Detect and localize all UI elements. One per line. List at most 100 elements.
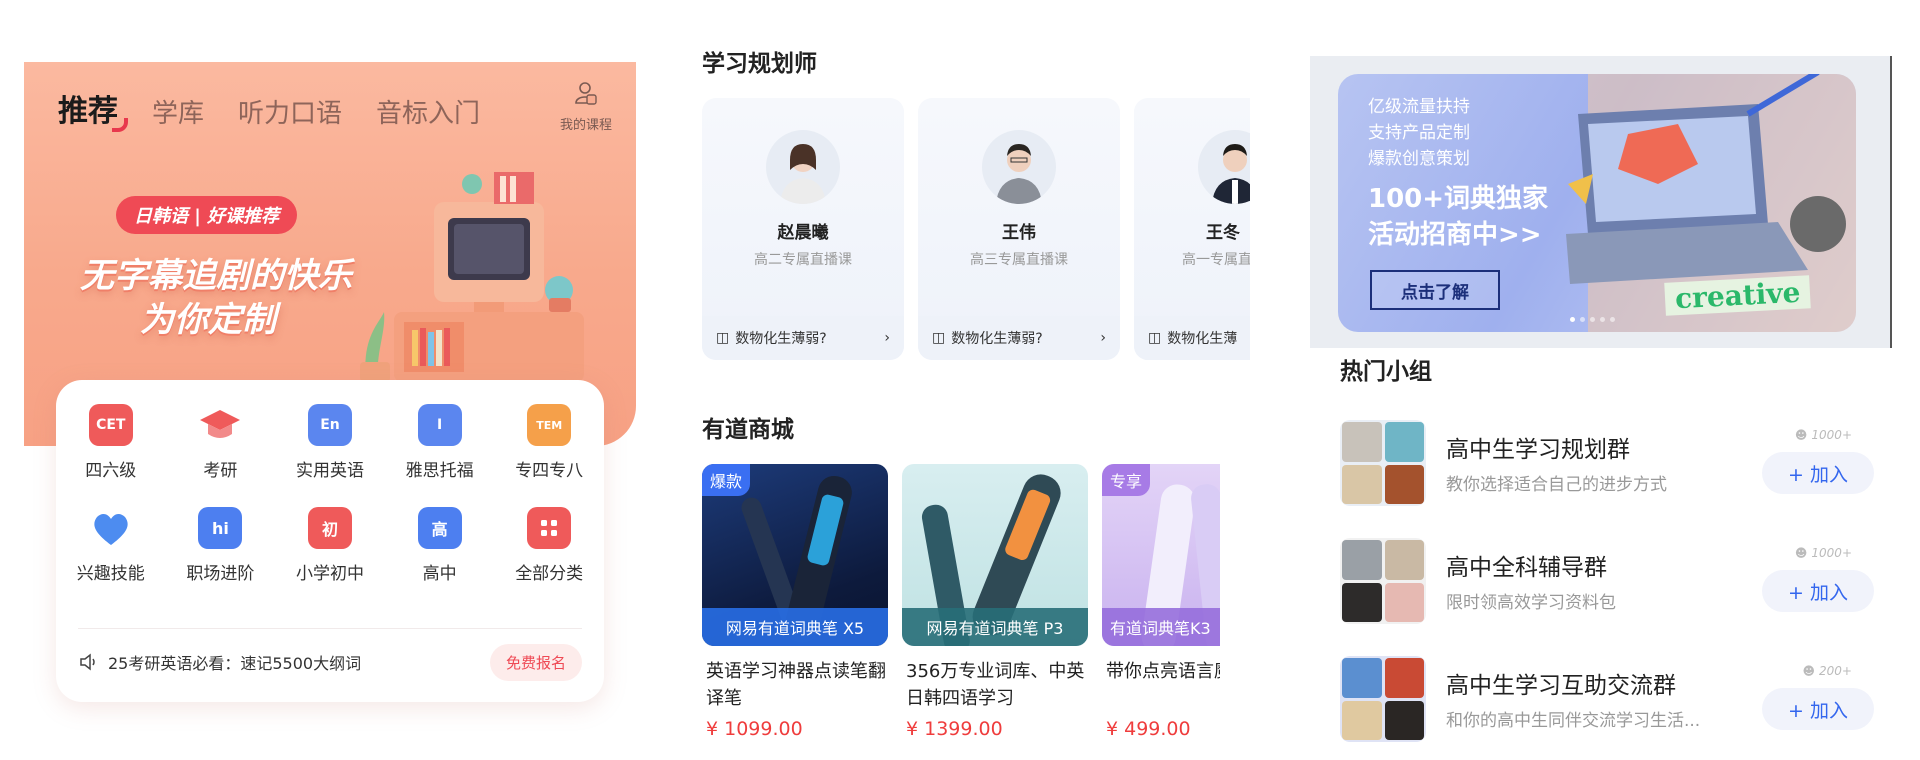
category-interest-skills[interactable]: 兴趣技能 <box>56 507 166 584</box>
category-label: 考研 <box>203 461 238 481</box>
group-item[interactable]: 高中生学习互助交流群 和你的高中生同伴交流学习生活... ☻ 200+ + 加入 <box>1340 656 1874 744</box>
group-desc: 和你的高中生同伴交流学习生活... <box>1446 711 1701 731</box>
join-button[interactable]: + 加入 <box>1762 570 1874 612</box>
tab-phonetics[interactable]: 音标入门 <box>376 93 480 130</box>
category-tem[interactable]: TEM 专四专八 <box>494 404 604 481</box>
category-grid: CET 四六级 考研 En 实用英语 I 雅思托福 TEM 专四专八 兴趣技能 … <box>56 404 604 584</box>
notice-text: 25考研英语必看：速记5500大纲词 <box>108 654 362 673</box>
product-title: 带你点亮语言魔法世界 <box>1106 661 1220 682</box>
category-practical-english[interactable]: En 实用英语 <box>275 404 385 481</box>
product-title: 356万专业词库、中英日韩四语学习 <box>906 661 1085 709</box>
tem-icon-text: TEM <box>536 418 563 432</box>
junior-icon: 初 <box>307 507 352 549</box>
user-course-icon <box>575 82 597 105</box>
product-card[interactable]: 爆款 网易有道词典笔 X5 英语学习神器点读笔翻译笔 ¥ 1099.00 <box>702 464 888 740</box>
learn-more-button[interactable]: 点击了解 <box>1370 270 1500 310</box>
planner-carousel[interactable]: 赵晨曦 高二专属直播课 ◫ 数物化生薄弱? › 王伟 高三专属直播课 ◫ 数物化… <box>702 98 1250 360</box>
ad-banner[interactable]: 亿级流量扶持 支持产品定制 爆款创意策划 100+词典独家 活动招商中>> 点击… <box>1310 56 1892 348</box>
join-button[interactable]: + 加入 <box>1762 688 1874 730</box>
cet-icon-text: CET <box>96 417 126 433</box>
free-signup-button[interactable]: 免费报名 <box>489 643 582 681</box>
banner-small-line: 支持产品定制 <box>1368 123 1470 143</box>
carousel-dot[interactable] <box>1600 317 1605 322</box>
category-card: CET 四六级 考研 En 实用英语 I 雅思托福 TEM 专四专八 兴趣技能 … <box>56 380 604 702</box>
product-carousel[interactable]: 爆款 网易有道词典笔 X5 英语学习神器点读笔翻译笔 ¥ 1099.00 网易有… <box>702 464 1220 760</box>
my-course-button[interactable]: 我的课程 <box>560 80 612 133</box>
planner-question-link[interactable]: ◫ 数物化生薄弱? › <box>702 316 904 360</box>
planner-question-link[interactable]: ◫ 数物化生薄 <box>1134 316 1250 360</box>
category-label: 专四专八 <box>515 461 584 481</box>
planner-desc: 高一专属直 <box>1182 252 1250 268</box>
category-label: 四六级 <box>85 461 137 481</box>
member-count-value: 1000+ <box>1811 428 1852 442</box>
carousel-dot[interactable] <box>1570 317 1575 322</box>
graduation-cap-icon <box>198 404 242 446</box>
planner-desc: 高三专属直播课 <box>970 252 1068 268</box>
category-cet[interactable]: CET 四六级 <box>56 404 166 481</box>
banner-edge <box>1890 56 1892 348</box>
planner-question: 数物化生薄 <box>1167 331 1238 347</box>
product-badge: 专享 <box>1102 464 1151 496</box>
group-desc: 教你选择适合自己的进步方式 <box>1446 475 1667 495</box>
avatar <box>982 130 1056 204</box>
planner-card[interactable]: 王伟 高三专属直播课 ◫ 数物化生薄弱? › <box>918 98 1120 360</box>
carousel-dot[interactable] <box>1610 317 1615 322</box>
category-label: 职场进阶 <box>186 564 255 584</box>
product-card[interactable]: 专享 有道词典笔K3 带你点亮语言魔法世界 ¥ 499.00 <box>1102 464 1220 740</box>
planner-card[interactable]: 赵晨曦 高二专属直播课 ◫ 数物化生薄弱? › <box>702 98 904 360</box>
banner-small-line: 爆款创意策划 <box>1368 149 1470 169</box>
category-all[interactable]: 全部分类 <box>494 507 604 584</box>
product-badge: 爆款 <box>702 464 751 496</box>
product-card[interactable]: 网易有道词典笔 P3 356万专业词库、中英日韩四语学习 ¥ 1399.00 <box>902 464 1088 740</box>
promo-headline: 无字幕追剧的快乐 <box>80 256 352 296</box>
chevron-right-icon: › <box>884 330 890 346</box>
tab-recommend[interactable]: 推荐 <box>58 86 128 132</box>
planner-shop-panel: 学习规划师 赵晨曦 高二专属直播课 ◫ 数物化生薄弱? › 王伟 高三专属直播课… <box>702 0 1252 760</box>
ad-banner-inner: 亿级流量扶持 支持产品定制 爆款创意策划 100+词典独家 活动招商中>> 点击… <box>1338 74 1856 332</box>
member-count-value: 200+ <box>1819 664 1852 678</box>
member-count: ☻ 1000+ <box>1795 428 1852 442</box>
category-postgrad[interactable]: 考研 <box>166 404 276 481</box>
product-strip: 网易有道词典笔 X5 <box>702 608 888 646</box>
carousel-dots[interactable] <box>1570 317 1615 322</box>
group-name: 高中生学习规划群 <box>1446 437 1630 463</box>
member-count: ☻ 200+ <box>1803 664 1852 678</box>
product-strip: 网易有道词典笔 P3 <box>902 608 1088 646</box>
planner-section-title: 学习规划师 <box>702 51 817 77</box>
book-icon: ◫ <box>716 330 730 346</box>
groups-section-title: 热门小组 <box>1340 359 1432 385</box>
person-icon: ☻ <box>1794 428 1808 442</box>
category-high-school[interactable]: 高 高中 <box>385 507 495 584</box>
group-item[interactable]: 高中全科辅导群 限时领高效学习资料包 ☻ 1000+ + 加入 <box>1340 538 1874 626</box>
banner-small-line: 亿级流量扶持 <box>1368 97 1470 117</box>
planner-card[interactable]: 王冬 高一专属直 ◫ 数物化生薄 <box>1134 98 1250 360</box>
category-primary-middle[interactable]: 初 小学初中 <box>275 507 385 584</box>
planner-name: 王冬 <box>1206 223 1240 243</box>
carousel-dot[interactable] <box>1590 317 1595 322</box>
cet-icon: CET <box>88 404 133 446</box>
join-button[interactable]: + 加入 <box>1762 452 1874 494</box>
promo-subheadline: 为你定制 <box>140 300 276 340</box>
notice-bar[interactable]: 25考研英语必看：速记5500大纲词 免费报名 <box>78 628 582 695</box>
group-item[interactable]: 高中生学习规划群 教你选择适合自己的进步方式 ☻ 1000+ + 加入 <box>1340 420 1874 508</box>
planner-name: 赵晨曦 <box>777 223 829 243</box>
tem-icon: TEM <box>527 404 572 446</box>
category-label: 实用英语 <box>295 461 364 481</box>
book-icon-text: I <box>436 417 443 433</box>
carousel-dot[interactable] <box>1580 317 1585 322</box>
category-label: 雅思托福 <box>405 461 474 481</box>
senior-icon-text: 高 <box>431 520 448 539</box>
tab-library[interactable]: 学库 <box>152 93 204 130</box>
tab-listening-speaking[interactable]: 听力口语 <box>238 93 342 130</box>
group-avatar <box>1340 656 1426 742</box>
category-career[interactable]: hi 职场进阶 <box>166 507 276 584</box>
product-price: ¥ 1099.00 <box>706 718 803 740</box>
home-panel: 推荐 学库 听力口语 音标入门 我的课程 日韩语 | 好课推荐 无字幕追剧的快乐… <box>24 62 636 708</box>
avatar <box>766 130 840 204</box>
planner-question-link[interactable]: ◫ 数物化生薄弱? › <box>918 316 1120 360</box>
group-name: 高中生学习互助交流群 <box>1446 673 1676 699</box>
heart-icon <box>89 507 133 549</box>
group-avatar <box>1340 420 1426 506</box>
category-ielts-toefl[interactable]: I 雅思托福 <box>385 404 495 481</box>
promo-tag: 日韩语 | 好课推荐 <box>116 196 298 234</box>
